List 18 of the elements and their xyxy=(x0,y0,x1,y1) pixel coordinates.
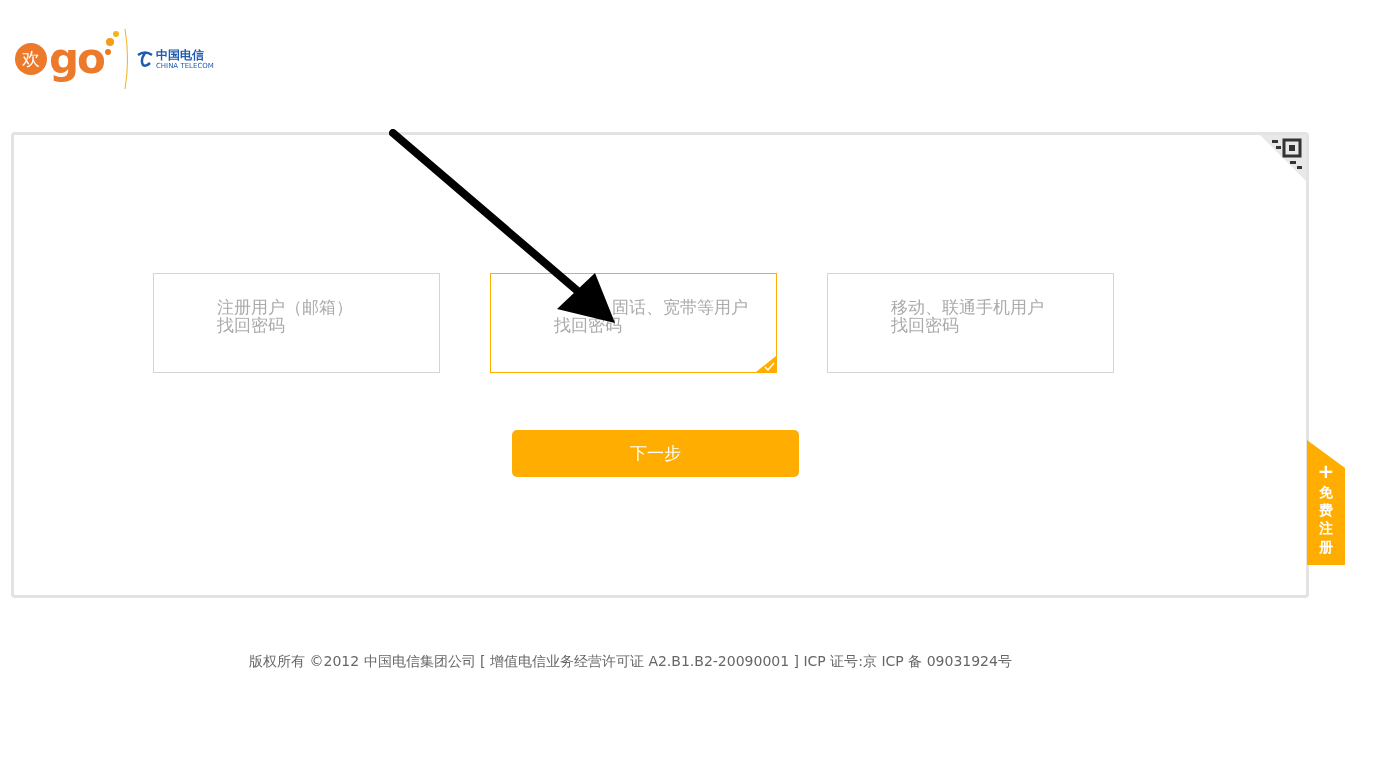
plus-icon: + xyxy=(1317,462,1335,480)
option-title: 固话、宽带等用户 xyxy=(610,298,749,316)
check-corner-icon xyxy=(755,356,776,372)
option-subtitle: 找回密码 xyxy=(216,316,286,334)
partner-name: 中国电信 xyxy=(155,48,205,62)
qr-code-icon[interactable] xyxy=(1260,135,1306,181)
telecom-logo-icon xyxy=(135,51,154,67)
option-title: 移动、联通手机用户 xyxy=(890,298,1045,316)
option-card[interactable]: 注册用户（邮箱） 找回密码 xyxy=(152,273,440,373)
dots-icon xyxy=(103,30,120,58)
divider-curve xyxy=(123,28,130,90)
register-tab[interactable]: + 免费注册 xyxy=(1307,440,1345,565)
option-card[interactable]: 移动、联通手机用户 找回密码 xyxy=(826,273,1114,373)
copyright-text: 版权所有 ©2012 中国电信集团公司 [ 增值电信业务经营许可证 A2.B1.B2-20090001 ] ICP 证号:京 ICP 备 09031924号 xyxy=(248,653,1013,671)
option-subtitle: 找回密码 xyxy=(890,316,960,334)
option-title: 注册用户（邮箱） xyxy=(216,298,354,316)
next-button[interactable]: 下一步 xyxy=(511,430,799,477)
logo-badge: 欢 xyxy=(15,43,47,75)
